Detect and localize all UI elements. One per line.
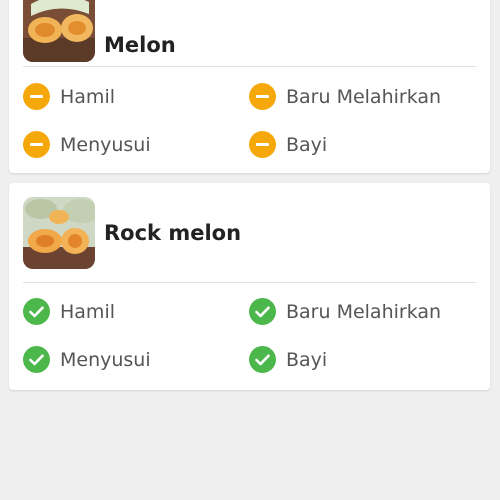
check-circle-icon <box>249 346 276 373</box>
melon-photo-icon <box>23 0 95 62</box>
rock-melon-thumbnail <box>23 197 95 269</box>
food-title: Melon <box>104 33 176 57</box>
food-title: Rock melon <box>104 221 242 245</box>
status-hamil: Hamil <box>23 298 115 325</box>
minus-circle-icon <box>23 131 50 158</box>
status-label: Menyusui <box>60 133 151 156</box>
status-label: Baru Melahirkan <box>286 300 442 323</box>
status-bayi: Bayi <box>249 346 327 373</box>
status-baru-melahirkan: Baru Melahirkan <box>249 83 441 110</box>
food-card-header: Melon <box>23 0 476 62</box>
minus-circle-icon <box>249 83 276 110</box>
check-circle-icon <box>249 298 276 325</box>
status-baru-melahirkan: Baru Melahirkan <box>249 298 441 325</box>
status-menyusui: Menyusui <box>23 131 151 158</box>
rock-melon-photo-icon <box>23 197 95 269</box>
food-card-melon[interactable]: Melon Hamil Baru Melahirkan Menyusui Bay… <box>9 0 490 173</box>
food-card-rock-melon[interactable]: Rock melon Hamil Baru Melahirkan Menyusu… <box>9 183 490 390</box>
melon-thumbnail <box>23 0 95 62</box>
status-label: Bayi <box>286 133 328 156</box>
check-circle-icon <box>23 298 50 325</box>
status-menyusui: Menyusui <box>23 346 151 373</box>
status-label: Baru Melahirkan <box>286 85 442 108</box>
status-bayi: Bayi <box>249 131 327 158</box>
status-hamil: Hamil <box>23 83 115 110</box>
minus-circle-icon <box>23 83 50 110</box>
check-circle-icon <box>23 346 50 373</box>
minus-circle-icon <box>249 131 276 158</box>
status-label: Bayi <box>286 348 328 371</box>
status-label: Hamil <box>60 85 115 108</box>
status-label: Menyusui <box>60 348 151 371</box>
status-label: Hamil <box>60 300 115 323</box>
food-card-header: Rock melon <box>23 197 476 269</box>
divider <box>23 66 476 67</box>
divider <box>23 282 476 283</box>
